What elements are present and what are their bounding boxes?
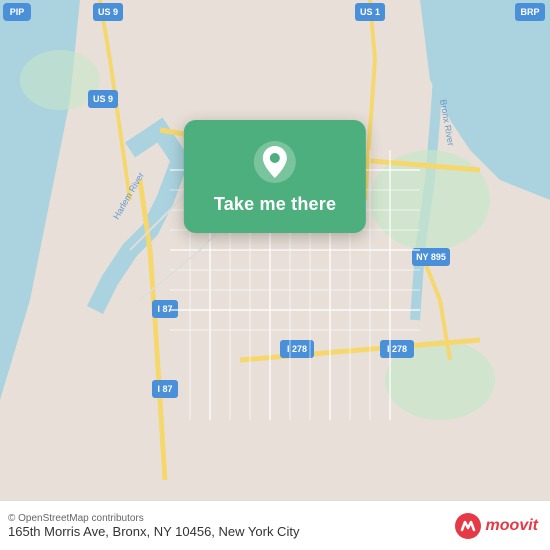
moovit-label: moovit — [486, 517, 538, 535]
map-svg: PIP US 9 US 9 US 1 BRP 95 I 87 I 87 I 27… — [0, 0, 550, 500]
moovit-icon — [454, 512, 482, 540]
svg-text:US 9: US 9 — [93, 94, 113, 104]
svg-text:US 9: US 9 — [98, 7, 118, 17]
location-pin-icon — [253, 140, 297, 184]
take-me-there-button[interactable]: Take me there — [214, 194, 336, 215]
address-text: 165th Morris Ave, Bronx, NY 10456, New Y… — [8, 524, 299, 539]
footer-bar: © OpenStreetMap contributors 165th Morri… — [0, 500, 550, 550]
overlay-card: Take me there — [184, 120, 366, 233]
svg-text:US 1: US 1 — [360, 7, 380, 17]
osm-credit: © OpenStreetMap contributors — [8, 513, 299, 524]
svg-text:BRP: BRP — [520, 7, 539, 17]
footer-left: © OpenStreetMap contributors 165th Morri… — [8, 513, 299, 539]
svg-text:I 87: I 87 — [157, 304, 172, 314]
svg-text:NY 895: NY 895 — [416, 252, 446, 262]
svg-text:PIP: PIP — [10, 7, 25, 17]
map-container: PIP US 9 US 9 US 1 BRP 95 I 87 I 87 I 27… — [0, 0, 550, 500]
svg-text:I 87: I 87 — [157, 384, 172, 394]
moovit-logo[interactable]: moovit — [454, 512, 538, 540]
